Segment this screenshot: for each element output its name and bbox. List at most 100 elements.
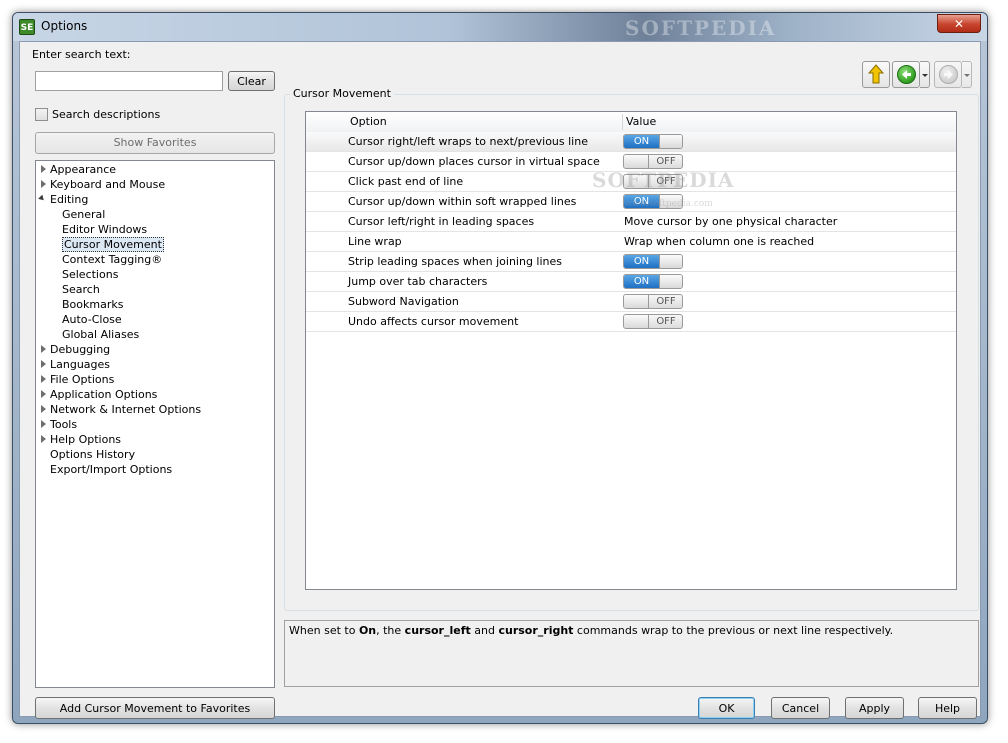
toggle-switch[interactable]: ON xyxy=(623,134,683,149)
tree-item[interactable]: Network & Internet Options xyxy=(50,402,201,417)
tree-item[interactable]: Application Options xyxy=(50,387,157,402)
option-label: Cursor up/down places cursor in virtual … xyxy=(348,155,600,168)
close-icon: ✕ xyxy=(953,17,965,31)
toggle-knob xyxy=(659,275,682,288)
toggle-switch[interactable]: ON xyxy=(623,274,683,289)
collapsed-triangle-icon[interactable] xyxy=(41,180,46,188)
grid-row[interactable]: Undo affects cursor movement OFF xyxy=(306,312,956,332)
tree-item[interactable]: Help Options xyxy=(50,432,121,447)
grid-row[interactable]: Cursor left/right in leading spaces Move … xyxy=(306,212,956,232)
client-area: Enter search text: Clear Search descript… xyxy=(19,41,981,719)
search-label: Enter search text: xyxy=(32,48,131,61)
app-icon: SE xyxy=(19,19,35,35)
clear-button[interactable]: Clear xyxy=(228,71,275,91)
tree-item[interactable]: Bookmarks xyxy=(62,297,123,312)
column-header-option[interactable]: Option xyxy=(350,112,387,132)
tree-item[interactable]: Global Aliases xyxy=(62,327,139,342)
option-label: Line wrap xyxy=(348,235,402,248)
grid-row[interactable]: Subword Navigation OFF xyxy=(306,292,956,312)
tree-item[interactable]: Cursor Movement xyxy=(62,237,164,252)
tree-item[interactable]: Keyboard and Mouse xyxy=(50,177,165,192)
tree-item[interactable]: Languages xyxy=(50,357,110,372)
option-label: Undo affects cursor movement xyxy=(348,315,519,328)
add-to-favorites-button[interactable]: Add Cursor Movement to Favorites xyxy=(35,697,275,719)
forward-arrow-icon xyxy=(939,65,958,84)
collapsed-triangle-icon[interactable] xyxy=(41,375,46,383)
toggle-knob xyxy=(659,255,682,268)
collapsed-triangle-icon[interactable] xyxy=(41,165,46,173)
back-button[interactable] xyxy=(892,61,920,88)
help-button[interactable]: Help xyxy=(918,697,977,719)
option-value[interactable]: Move cursor by one physical character xyxy=(624,212,837,231)
softpedia-watermark: SOFTPEDIA xyxy=(592,168,735,192)
collapsed-triangle-icon[interactable] xyxy=(41,420,46,428)
description-bold-cursor-right: cursor_right xyxy=(498,624,574,637)
softpedia-url-watermark: www.softpedia.com xyxy=(624,199,713,209)
options-tree[interactable]: Appearance Keyboard and Mouse Editing Gener… xyxy=(35,160,275,688)
toggle-state-label: ON xyxy=(624,275,659,288)
toggle-knob xyxy=(624,295,649,308)
toggle-knob xyxy=(624,315,649,328)
forward-history-dropdown[interactable] xyxy=(962,61,972,88)
toggle-knob xyxy=(659,135,682,148)
collapsed-triangle-icon[interactable] xyxy=(41,435,46,443)
toggle-knob xyxy=(624,155,649,168)
expanded-triangle-icon[interactable] xyxy=(38,194,46,203)
description-text-3: and xyxy=(470,624,499,637)
tree-item[interactable]: Editor Windows xyxy=(62,222,147,237)
description-bold-on: On xyxy=(358,624,377,637)
tree-item[interactable]: General xyxy=(62,207,105,222)
search-input[interactable] xyxy=(35,71,223,91)
collapsed-triangle-icon[interactable] xyxy=(41,390,46,398)
tree-item[interactable]: Context Tagging® xyxy=(62,252,162,267)
section-title: Cursor Movement xyxy=(290,87,394,100)
title-watermark: SOFTPEDIA xyxy=(625,16,777,40)
back-arrow-icon xyxy=(897,65,916,84)
tree-item[interactable]: Selections xyxy=(62,267,118,282)
cancel-button[interactable]: Cancel xyxy=(771,697,830,719)
toggle-switch[interactable]: ON xyxy=(623,254,683,269)
collapsed-triangle-icon[interactable] xyxy=(41,345,46,353)
grid-row[interactable]: Line wrap Wrap when column one is reached xyxy=(306,232,956,252)
close-button[interactable]: ✕ xyxy=(937,14,981,33)
tree-item[interactable]: File Options xyxy=(50,372,114,387)
tree-item[interactable]: Tools xyxy=(50,417,77,432)
grid-row[interactable]: Cursor right/left wraps to next/previous… xyxy=(306,132,956,152)
toggle-switch[interactable]: OFF xyxy=(623,154,683,169)
back-history-dropdown[interactable] xyxy=(920,61,930,88)
toggle-state-label: ON xyxy=(624,135,659,148)
option-description: When set to On, the cursor_left and curs… xyxy=(284,620,979,687)
toggle-state-label: OFF xyxy=(656,156,676,167)
toggle-switch[interactable]: OFF xyxy=(623,294,683,309)
tree-item[interactable]: Debugging xyxy=(50,342,110,357)
apply-button[interactable]: Apply xyxy=(845,697,904,719)
option-label: Jump over tab characters xyxy=(348,275,488,288)
window-title: Options xyxy=(41,19,88,33)
toggle-switch[interactable]: OFF xyxy=(623,314,683,329)
grid-row[interactable]: Strip leading spaces when joining lines O… xyxy=(306,252,956,272)
ok-button[interactable]: OK xyxy=(698,697,755,719)
column-header-value[interactable]: Value xyxy=(626,112,656,132)
option-label: Cursor up/down within soft wrapped lines xyxy=(348,195,577,208)
show-favorites-button[interactable]: Show Favorites xyxy=(35,132,275,154)
tree-item[interactable]: Editing xyxy=(50,192,88,207)
up-button[interactable] xyxy=(862,61,890,88)
description-bold-cursor-left: cursor_left xyxy=(404,624,471,637)
option-label: Cursor left/right in leading spaces xyxy=(348,215,535,228)
up-arrow-icon xyxy=(867,64,885,84)
title-bar[interactable]: SE Options SOFTPEDIA ✕ xyxy=(13,13,987,41)
option-value[interactable]: Wrap when column one is reached xyxy=(624,232,814,251)
column-separator[interactable] xyxy=(622,114,623,130)
tree-item[interactable]: Export/Import Options xyxy=(50,462,172,477)
collapsed-triangle-icon[interactable] xyxy=(41,360,46,368)
options-grid: Option Value Cursor right/left wraps to … xyxy=(305,111,957,590)
option-label: Cursor right/left wraps to next/previous… xyxy=(348,135,588,148)
forward-button[interactable] xyxy=(934,61,962,88)
search-descriptions-checkbox[interactable] xyxy=(35,108,48,121)
collapsed-triangle-icon[interactable] xyxy=(41,405,46,413)
tree-item[interactable]: Search xyxy=(62,282,100,297)
tree-item[interactable]: Auto-Close xyxy=(62,312,122,327)
tree-item[interactable]: Options History xyxy=(50,447,135,462)
tree-item[interactable]: Appearance xyxy=(50,162,116,177)
grid-row[interactable]: Jump over tab characters ON xyxy=(306,272,956,292)
